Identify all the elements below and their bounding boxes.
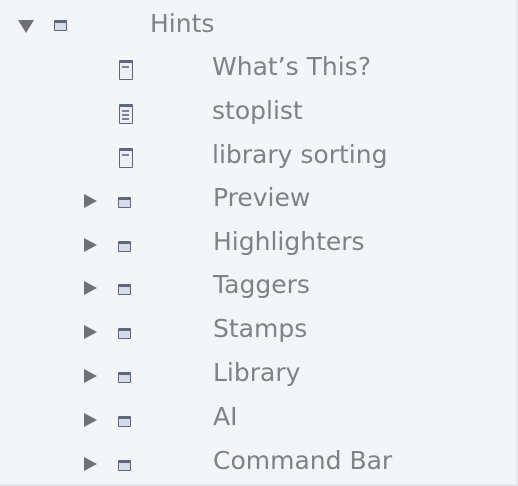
note-icon <box>119 104 133 124</box>
tree-item-label[interactable]: Preview <box>213 183 310 213</box>
disclosure-triangle-collapsed-icon[interactable] <box>81 325 97 341</box>
folder-icon <box>118 372 131 383</box>
disclosure-triangle-collapsed-icon[interactable] <box>81 194 97 210</box>
tree-item-label[interactable]: What’s This? <box>212 52 371 82</box>
folder-icon <box>118 328 131 339</box>
tree-item-label[interactable]: Stamps <box>213 314 307 344</box>
tree-row-folder[interactable]: Stamps <box>0 309 516 353</box>
folder-icon <box>118 416 131 427</box>
tree-row-note[interactable]: What’s This? <box>0 46 516 90</box>
disclosure-triangle-collapsed-icon[interactable] <box>81 413 97 429</box>
tree-row-folder[interactable]: Preview <box>0 178 516 222</box>
tree-item-label[interactable]: Command Bar <box>213 446 392 476</box>
tree-row-note[interactable]: stoplist <box>0 90 516 134</box>
outline-tree: Hints What’s This? stoplist library sort… <box>0 0 518 486</box>
folder-icon <box>54 20 67 31</box>
tree-row-folder[interactable]: Taggers <box>0 265 516 309</box>
tree-item-label[interactable]: AI <box>213 402 237 432</box>
folder-icon <box>118 284 131 295</box>
disclosure-triangle-collapsed-icon[interactable] <box>81 369 97 385</box>
disclosure-triangle-expanded-icon[interactable] <box>18 17 34 33</box>
folder-icon <box>118 241 131 252</box>
note-icon <box>119 60 133 80</box>
tree-row-folder[interactable]: Highlighters <box>0 222 516 266</box>
folder-icon <box>118 197 131 208</box>
tree-row-folder[interactable]: Library <box>0 353 516 397</box>
tree-item-label[interactable]: Hints <box>150 9 214 39</box>
disclosure-triangle-collapsed-icon[interactable] <box>81 281 97 297</box>
tree-item-label[interactable]: Taggers <box>213 270 310 300</box>
tree-row-hints[interactable]: Hints <box>0 2 516 46</box>
note-icon <box>119 148 133 168</box>
tree-row-folder[interactable]: AI <box>0 397 516 441</box>
tree-item-label[interactable]: stoplist <box>212 96 303 126</box>
tree-item-label[interactable]: Highlighters <box>213 227 365 257</box>
tree-row-note[interactable]: library sorting <box>0 134 516 178</box>
tree-item-label[interactable]: library sorting <box>212 140 387 170</box>
disclosure-triangle-collapsed-icon[interactable] <box>81 457 97 473</box>
disclosure-triangle-collapsed-icon[interactable] <box>81 238 97 254</box>
folder-icon <box>118 460 131 471</box>
tree-item-label[interactable]: Library <box>213 358 300 388</box>
tree-row-folder[interactable]: Command Bar <box>0 441 516 485</box>
